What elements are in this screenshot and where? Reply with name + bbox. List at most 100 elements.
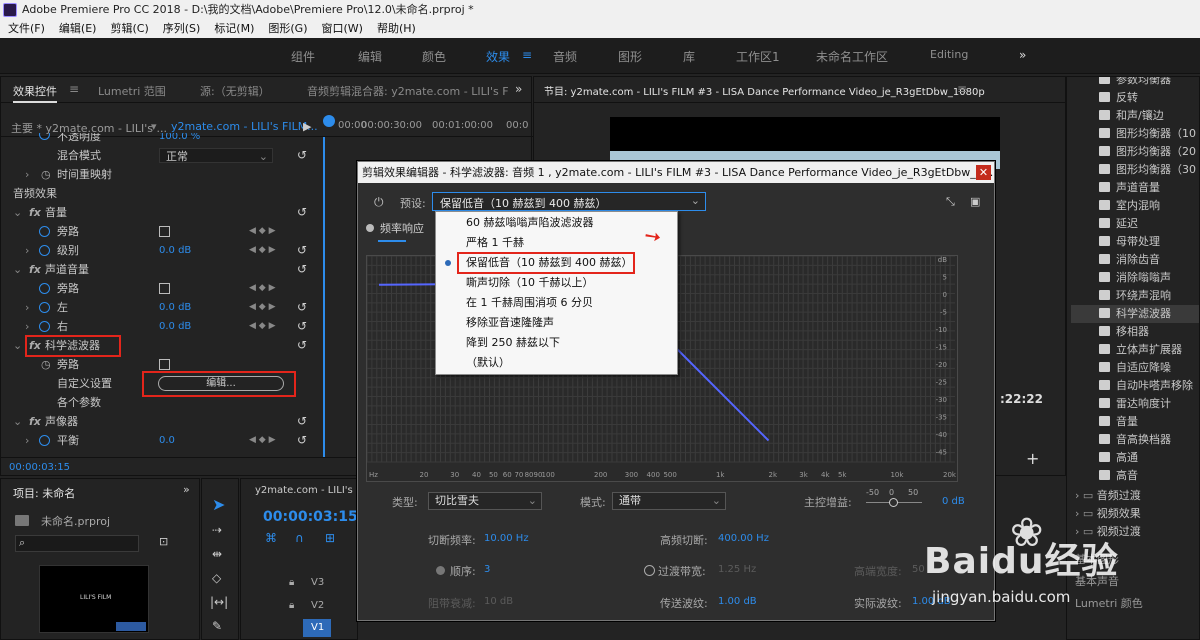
level-value[interactable]: 0.0 dB [159,241,191,260]
expand-icon[interactable]: › [25,241,29,260]
more-workspaces-icon[interactable]: » [1019,48,1026,62]
stop-atten-value[interactable]: 10 dB [484,596,513,607]
effect-item[interactable]: 音高换档器 [1099,431,1171,449]
track-v1-target[interactable]: V1 [303,619,331,637]
snap-icon[interactable]: ∩ [295,531,304,545]
project-title[interactable]: 项目: 未命名 [13,485,75,501]
lock-icon[interactable]: 🔒︎ [289,577,294,588]
preset-option-default[interactable]: （默认） [466,353,510,373]
workspace-audio[interactable]: 音频 [553,48,577,65]
keyframe-nav-icon[interactable]: ◀ ◆ ▶ [249,431,276,450]
stopwatch-icon[interactable] [39,302,50,313]
program-timecode[interactable]: :22:22 [1000,392,1043,406]
power-icon[interactable]: ⏻ [374,195,384,210]
stopwatch-icon[interactable] [39,133,50,140]
effect-item[interactable]: 高音 [1099,467,1138,485]
mode-select[interactable]: 通带 ⌄ [612,492,726,510]
menu-help[interactable]: 帮助(H) [377,20,416,38]
preset-option-hiss-cut[interactable]: 嘶声切除（10 千赫以上） [466,273,594,293]
collapse-icon[interactable]: ⌄ [13,203,22,222]
reset-icon[interactable]: ↺ [297,336,307,355]
lock-icon[interactable]: 🔒︎ [289,600,294,611]
reset-icon[interactable]: ↺ [297,412,307,431]
keyframe-nav-icon[interactable]: ◀ ◆ ▶ [249,298,276,317]
keyframe-nav-icon[interactable]: ◀ ◆ ▶ [249,222,276,241]
new-bin-icon[interactable]: ⊡ [159,535,168,548]
reset-icon[interactable]: ↺ [297,298,307,317]
effect-item[interactable]: 延迟 [1099,215,1138,233]
bypass-checkbox[interactable] [159,283,170,294]
program-title[interactable]: 节目: y2mate.com - LILI's FILM #3 - LISA D… [544,83,985,100]
blend-mode-value[interactable]: 正常 [166,147,188,166]
current-timecode[interactable]: 00:00:03:15 [9,462,70,473]
effect-item[interactable]: 室内混响 [1099,197,1160,215]
timeline-tab[interactable]: y2mate.com - LILI's [255,485,353,496]
nest-icon[interactable]: ⌘ [265,531,277,545]
selection-tool-icon[interactable]: ➤ [212,495,225,514]
menu-file[interactable]: 文件(F) [8,20,45,38]
left-channel-value[interactable]: 0.0 dB [159,298,191,317]
reset-icon[interactable]: ↺ [297,241,307,260]
transition-radio-icon[interactable] [644,565,655,576]
effect-item[interactable]: 参数均衡器 [1099,77,1171,89]
workspace-effects[interactable]: 效果 [486,48,510,65]
workspace-menu-icon[interactable]: ≡ [522,48,532,62]
fx-icon[interactable]: fx [29,203,41,222]
play-only-icon[interactable]: ▶ [303,120,311,133]
transition-value[interactable]: 1.25 Hz [718,564,756,575]
keyframe-nav-icon[interactable]: ◀ ◆ ▶ [249,317,276,336]
reset-icon[interactable]: ↺ [297,203,307,222]
master-gain-value[interactable]: 0 dB [942,496,965,507]
workspace-editing[interactable]: 编辑 [358,48,382,65]
stopwatch-icon[interactable] [39,226,50,237]
preset-dropdown[interactable]: 保留低音（10 赫兹到 400 赫兹） ⌄ [432,192,706,211]
freq-response-label[interactable]: 频率响应 [380,220,424,236]
workspace-editing-alt[interactable]: Editing [930,48,968,61]
workspace-1[interactable]: 工作区1 [736,48,780,65]
effect-item[interactable]: 自适应降噪 [1099,359,1171,377]
collapse-icon[interactable]: ⌄ [13,336,22,355]
gain-slider-knob[interactable] [889,498,898,507]
effect-item[interactable]: 自动咔嗒声移除 [1099,377,1193,395]
effect-item[interactable]: 立体声扩展器 [1099,341,1182,359]
order-radio-icon[interactable] [436,566,445,575]
effect-item[interactable]: 消除嗡嗡声 [1099,269,1171,287]
workspace-color[interactable]: 颜色 [422,48,446,65]
timeline-timecode[interactable]: 00:00:03:15 [263,509,358,525]
chevron-down-icon[interactable]: ⌄ [259,147,268,166]
effect-item[interactable]: 科学滤波器 [1071,305,1199,323]
menu-graphics[interactable]: 图形(G) [268,20,307,38]
slip-tool-icon[interactable]: |↔| [210,595,228,609]
order-value[interactable]: 3 [484,564,490,575]
workspace-untitled[interactable]: 未命名工作区 [816,48,888,65]
razor-tool-icon[interactable]: ◇ [212,571,221,585]
reset-icon[interactable]: ↺ [297,317,307,336]
workspace-libraries[interactable]: 库 [683,48,695,65]
tab-lumetri-scopes[interactable]: Lumetri 范围 [98,83,166,99]
expand-icon[interactable]: › [25,431,29,450]
effect-item[interactable]: 图形均衡器（20 [1099,143,1196,161]
stopwatch-icon[interactable] [39,283,50,294]
tab-source[interactable]: 源:（无剪辑） [200,83,270,99]
effect-item[interactable]: 音量 [1099,413,1138,431]
effect-item[interactable]: 和声/镶边 [1099,107,1164,125]
playhead-icon[interactable] [323,115,335,127]
panel-menu-icon[interactable]: ≡ [957,82,967,96]
effect-item[interactable]: 图形均衡器（10 [1099,125,1196,143]
project-thumbnail[interactable]: LILI'S FILM [39,565,149,633]
expand-icon[interactable]: › [25,165,29,184]
type-select[interactable]: 切比雪夫 ⌄ [428,492,542,510]
stopwatch-icon[interactable] [39,435,50,446]
bypass-checkbox[interactable] [159,359,170,370]
effect-item[interactable]: 母带处理 [1099,233,1160,251]
workspace-assembly[interactable]: 组件 [291,48,315,65]
effect-folder[interactable]: › ▭ 音频过渡 [1075,487,1141,505]
effect-item[interactable]: 雷达响度计 [1099,395,1171,413]
keyframe-nav-icon[interactable]: ◀ ◆ ▶ [249,279,276,298]
fx-icon[interactable]: fx [29,412,41,431]
collapse-icon[interactable]: ⌄ [13,412,22,431]
clip-dropdown-icon[interactable]: ▾ [151,120,157,133]
high-cutoff-value[interactable]: 400.00 Hz [718,533,769,544]
menu-window[interactable]: 窗口(W) [322,20,363,38]
effect-item[interactable]: 高通 [1099,449,1138,467]
